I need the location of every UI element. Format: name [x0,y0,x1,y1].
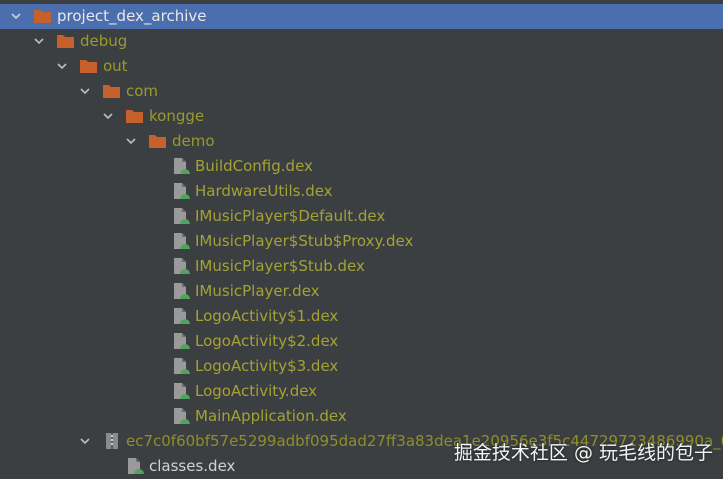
dex-file-icon [171,282,191,300]
tree-label-file: MainApplication.dex [195,407,347,425]
dex-file-icon [171,157,191,175]
dex-file-icon [171,257,191,275]
chevron-down-icon[interactable] [79,85,91,97]
folder-icon [125,107,145,125]
tree-label-file: BuildConfig.dex [195,157,313,175]
tree-row-com[interactable]: com [0,79,723,104]
tree-row-out[interactable]: out [0,54,723,79]
tree-label-out: out [103,57,128,75]
chevron-down-icon[interactable] [10,10,22,22]
tree-label-com: com [126,82,159,100]
tree-label-file: LogoActivity$3.dex [195,357,339,375]
jar-archive-icon [102,432,122,450]
tree-label-file: IMusicPlayer$Default.dex [195,207,386,225]
folder-icon [33,7,53,25]
dex-file-icon [171,307,191,325]
tree-row-dex-file[interactable]: IMusicPlayer.dex [0,279,723,304]
tree-label-classes-dex: classes.dex [149,457,236,475]
tree-label-demo: demo [172,132,215,150]
tree-label-file: IMusicPlayer$Stub$Proxy.dex [195,232,414,250]
folder-icon [148,132,168,150]
chevron-down-icon[interactable] [33,35,45,47]
tree-row-dex-file[interactable]: LogoActivity$1.dex [0,304,723,329]
tree-label-file: LogoActivity$2.dex [195,332,339,350]
tree-row-debug[interactable]: debug [0,29,723,54]
tree-row-dex-file[interactable]: LogoActivity$3.dex [0,354,723,379]
tree-row-dex-file[interactable]: IMusicPlayer$Default.dex [0,204,723,229]
dex-file-icon [125,457,145,475]
tree-label-file: IMusicPlayer$Stub.dex [195,257,365,275]
tree-row-project-dex-archive[interactable]: project_dex_archive [0,4,723,29]
chevron-down-icon[interactable] [125,135,137,147]
chevron-down-icon[interactable] [79,435,91,447]
project-tree: project_dex_archive debug out com kongge… [0,0,723,479]
dex-file-icon [171,332,191,350]
tree-label-project-dex-archive: project_dex_archive [57,7,207,25]
tree-label-file: IMusicPlayer.dex [195,282,320,300]
tree-row-dex-file[interactable]: LogoActivity$2.dex [0,329,723,354]
dex-file-icon [171,232,191,250]
dex-file-icon [171,407,191,425]
watermark: 掘金技术社区 @ 玩毛线的包子 [453,442,713,464]
tree-row-dex-file[interactable]: LogoActivity.dex [0,379,723,404]
tree-row-dex-file[interactable]: HardwareUtils.dex [0,179,723,204]
tree-label-file: HardwareUtils.dex [195,182,333,200]
folder-icon [102,82,122,100]
dex-file-icon [171,382,191,400]
tree-row-demo[interactable]: demo [0,129,723,154]
folder-icon [56,32,76,50]
tree-label-kongge: kongge [149,107,205,125]
tree-row-dex-file[interactable]: IMusicPlayer$Stub.dex [0,254,723,279]
dex-file-icon [171,207,191,225]
tree-row-kongge[interactable]: kongge [0,104,723,129]
tree-label-debug: debug [80,32,128,50]
tree-row-dex-file[interactable]: IMusicPlayer$Stub$Proxy.dex [0,229,723,254]
chevron-down-icon[interactable] [56,60,68,72]
tree-label-file: LogoActivity$1.dex [195,307,339,325]
tree-label-file: LogoActivity.dex [195,382,318,400]
dex-file-icon [171,182,191,200]
tree-row-dex-file[interactable]: BuildConfig.dex [0,154,723,179]
tree-row-dex-file[interactable]: MainApplication.dex [0,404,723,429]
dex-file-icon [171,357,191,375]
chevron-down-icon[interactable] [102,110,114,122]
folder-icon [79,57,99,75]
